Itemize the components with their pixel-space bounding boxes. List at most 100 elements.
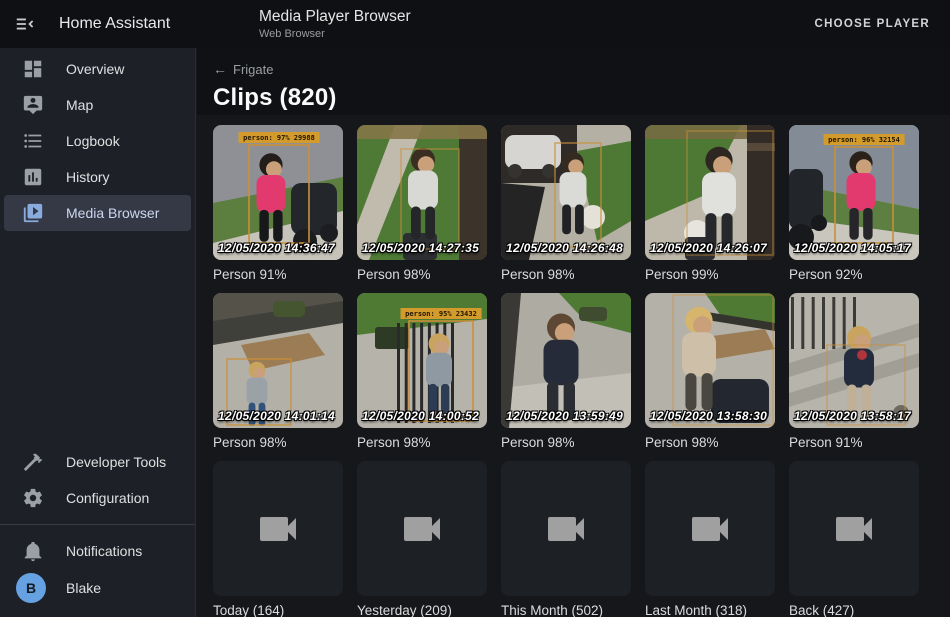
map-account-icon: [21, 93, 45, 117]
clip-caption: Person 92%: [789, 267, 919, 283]
svg-text:person: 96% 32154: person: 96% 32154: [828, 136, 900, 144]
breadcrumb-label: Frigate: [233, 62, 273, 77]
clip-timestamp: 12/05/2020 14:00:52: [362, 409, 485, 423]
sidebar-item-label: Notifications: [66, 543, 142, 559]
clip-photo: person: 96% 32154: [789, 125, 919, 260]
sidebar-item-label: Media Browser: [66, 205, 159, 221]
folder-label: Today (164): [213, 603, 343, 617]
clip-thumbnail[interactable]: person: 95% 23432 12/05/2020 14:00:52: [357, 293, 487, 428]
sidebar-item-notifications[interactable]: Notifications: [4, 533, 191, 569]
clips-grid: person: 97% 2998812/05/2020 14:36:47 Pers…: [197, 115, 950, 617]
hammer-icon: [21, 450, 45, 474]
clip-thumbnail[interactable]: person: 96% 32154 12/05/2020 14:05:17: [789, 125, 919, 260]
sidebar-item-map[interactable]: Map: [4, 87, 191, 123]
folder-cell: Yesterday (209): [357, 461, 487, 617]
sidebar-header: Home Assistant: [0, 0, 196, 48]
sidebar-user-profile[interactable]: B Blake: [4, 569, 191, 607]
clip-thumbnail[interactable]: 12/05/2020 14:26:07: [645, 125, 775, 260]
sidebar-item-history[interactable]: History: [4, 159, 191, 195]
menu-open-icon: [14, 13, 36, 35]
clip-caption: Person 98%: [501, 435, 631, 451]
breadcrumb-back[interactable]: ← Frigate: [213, 61, 273, 77]
folder-label: This Month (502): [501, 603, 631, 617]
play-box-multiple-icon: [21, 201, 45, 225]
sidebar: Overview Map Logbook History Media Brows…: [0, 48, 196, 617]
clip-caption: Person 98%: [501, 267, 631, 283]
toolbar-title: Media Player Browser: [259, 8, 411, 26]
clip-cell: person: 95% 23432 12/05/2020 14:00:52 Pers…: [357, 293, 487, 451]
clip-photo: [213, 293, 343, 428]
clip-photo: [645, 293, 775, 428]
list-bulleted-icon: [21, 129, 45, 153]
clip-caption: Person 99%: [645, 267, 775, 283]
clip-timestamp: 12/05/2020 13:59:49: [506, 409, 629, 423]
clip-timestamp: 12/05/2020 13:58:30: [650, 409, 773, 423]
clip-cell: 12/05/2020 13:58:30 Person 98%: [645, 293, 775, 451]
folder-card[interactable]: [357, 461, 487, 596]
clip-photo: [645, 125, 775, 260]
clip-cell: 12/05/2020 14:26:48 Person 98%: [501, 125, 631, 283]
clip-thumbnail[interactable]: 12/05/2020 14:26:48: [501, 125, 631, 260]
clip-cell: 12/05/2020 14:27:35 Person 98%: [357, 125, 487, 283]
sidebar-item-configuration[interactable]: Configuration: [4, 480, 191, 516]
avatar: B: [16, 573, 46, 603]
video-icon: [686, 505, 734, 553]
view-dashboard-icon: [21, 57, 45, 81]
clip-caption: Person 91%: [789, 435, 919, 451]
sidebar-item-media-browser[interactable]: Media Browser: [4, 195, 191, 231]
sidebar-item-logbook[interactable]: Logbook: [4, 123, 191, 159]
choose-player-button[interactable]: CHOOSE PLAYER: [808, 10, 936, 38]
sidebar-item-developer-tools[interactable]: Developer Tools: [4, 444, 191, 480]
folder-cell: Back (427): [789, 461, 919, 617]
clip-caption: Person 98%: [357, 435, 487, 451]
clip-caption: Person 98%: [645, 435, 775, 451]
gear-icon: [21, 486, 45, 510]
clip-thumbnail[interactable]: 12/05/2020 13:58:17: [789, 293, 919, 428]
sidebar-item-overview[interactable]: Overview: [4, 51, 191, 87]
back-arrow-icon: ←: [213, 61, 227, 77]
clip-timestamp: 12/05/2020 14:01:14: [218, 409, 341, 423]
clip-thumbnail[interactable]: person: 97% 2998812/05/2020 14:36:47: [213, 125, 343, 260]
folder-card[interactable]: [501, 461, 631, 596]
clip-timestamp: 12/05/2020 13:58:17: [794, 409, 917, 423]
home-assistant-app: Home Assistant Media Player Browser Web …: [0, 0, 950, 617]
folder-card[interactable]: [645, 461, 775, 596]
clip-cell: 12/05/2020 14:26:07 Person 99%: [645, 125, 775, 283]
video-icon: [254, 505, 302, 553]
clip-caption: Person 98%: [357, 267, 487, 283]
sidebar-item-label: Developer Tools: [66, 454, 166, 470]
video-icon: [830, 505, 878, 553]
clip-cell: person: 97% 2998812/05/2020 14:36:47Pers…: [213, 125, 343, 283]
folder-cell: This Month (502): [501, 461, 631, 617]
page-header-title: Media Player Browser Web Browser: [259, 8, 411, 40]
page-title: Clips (820): [213, 84, 950, 112]
clip-caption: Person 98%: [213, 435, 343, 451]
clip-cell: 12/05/2020 14:01:14 Person 98%: [213, 293, 343, 451]
folder-card[interactable]: [789, 461, 919, 596]
clip-photo: [789, 293, 919, 428]
clip-timestamp: 12/05/2020 14:36:47: [218, 241, 341, 255]
user-name: Blake: [66, 580, 101, 596]
sidebar-item-label: History: [66, 169, 110, 185]
clip-photo: [357, 125, 487, 260]
top-bar: Home Assistant Media Player Browser Web …: [0, 0, 950, 48]
sidebar-item-label: Map: [66, 97, 93, 113]
bell-icon: [21, 539, 45, 563]
folder-label: Back (427): [789, 603, 919, 617]
clip-thumbnail[interactable]: 12/05/2020 14:27:35: [357, 125, 487, 260]
clip-timestamp: 12/05/2020 14:05:17: [794, 241, 917, 255]
clip-thumbnail[interactable]: 12/05/2020 13:59:49: [501, 293, 631, 428]
clip-photo: [501, 293, 631, 428]
clip-photo: person: 95% 23432: [357, 293, 487, 428]
sidebar-toggle-button[interactable]: [5, 4, 45, 44]
toolbar-subtitle: Web Browser: [259, 28, 411, 41]
clip-thumbnail[interactable]: 12/05/2020 13:58:30: [645, 293, 775, 428]
chart-box-icon: [21, 165, 45, 189]
sidebar-item-label: Overview: [66, 61, 124, 77]
video-icon: [398, 505, 446, 553]
folder-card[interactable]: [213, 461, 343, 596]
svg-text:person: 95% 23432: person: 95% 23432: [405, 310, 477, 318]
clip-thumbnail[interactable]: 12/05/2020 14:01:14: [213, 293, 343, 428]
folder-label: Yesterday (209): [357, 603, 487, 617]
clip-timestamp: 12/05/2020 14:26:07: [650, 241, 773, 255]
